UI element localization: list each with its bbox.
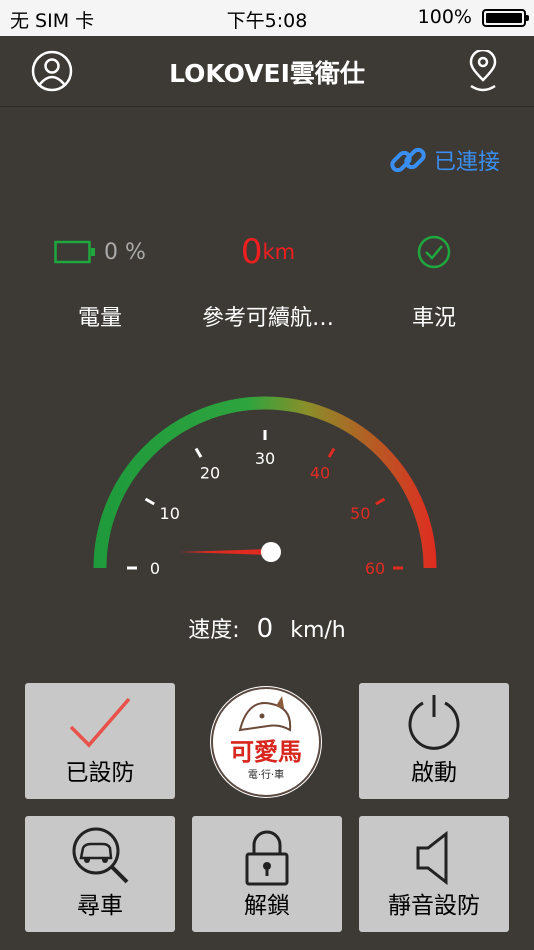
connection-status[interactable]: 已連接 (388, 140, 500, 180)
gauge-tick (375, 497, 386, 506)
battery-stat: 0 % 電量 (42, 230, 158, 332)
start-label: 啟動 (411, 760, 457, 786)
brand-logo: 可愛馬 電·行·車 (210, 686, 322, 798)
battery-level-icon (54, 240, 96, 264)
power-icon (408, 695, 460, 750)
gauge-needle (179, 549, 271, 555)
status-bar: 无 SIM 卡 下午5:08 100% (0, 0, 534, 36)
gauge-tick (327, 447, 336, 458)
range-label: 參考可續航… (201, 306, 334, 331)
find-car-label: 尋車 (77, 893, 123, 919)
range-stat: 0 km 參考可續航… (188, 230, 348, 332)
page-title: LOKOVEI雲衛仕 (169, 59, 365, 88)
gauge-tick (194, 447, 203, 458)
unlock-label: 解鎖 (244, 893, 290, 919)
battery-icon (482, 9, 529, 27)
speed-value: 0 (256, 614, 274, 644)
checkmark-icon (69, 697, 131, 748)
logo-text: 可愛馬 (230, 738, 302, 766)
check-circle-icon (417, 235, 451, 269)
silent-arm-label: 靜音設防 (388, 893, 480, 919)
gauge-tick-label: 0 (150, 559, 160, 578)
logo-subtext: 電·行·車 (247, 770, 285, 781)
gauge-tick-label: 60 (365, 559, 385, 578)
armed-label: 已設防 (65, 760, 135, 786)
gauge-arc (93, 396, 437, 569)
range-value: 0 (240, 232, 263, 272)
search-car-icon (72, 827, 129, 884)
unlock-button[interactable]: 解鎖 (192, 816, 342, 932)
gauge-needle-hub (261, 542, 281, 562)
condition-stat[interactable]: 車況 (384, 230, 484, 332)
speed-label: 速度: (188, 618, 240, 643)
connection-label: 已連接 (434, 150, 501, 175)
battery-label: 電量 (77, 306, 122, 331)
gauge-tick-label: 40 (310, 464, 330, 483)
armed-button[interactable]: 已設防 (25, 683, 175, 799)
location-pin-icon (469, 48, 497, 92)
battery-percent: 100% (417, 6, 472, 28)
gauge-tick-label: 10 (160, 504, 180, 523)
battery-value: 0 % (104, 239, 146, 265)
silent-arm-button[interactable]: 靜音設防 (359, 816, 509, 932)
range-unit: km (262, 240, 296, 264)
start-button[interactable]: 啟動 (359, 683, 509, 799)
condition-label: 車況 (411, 306, 456, 331)
nav-header: LOKOVEI雲衛仕 (0, 36, 534, 107)
speedometer-gauge: 0 10 20 30 40 50 60 (93, 396, 437, 578)
gauge-tick-label: 50 (350, 504, 370, 523)
speaker-mute-icon (416, 830, 448, 886)
lock-icon (245, 830, 289, 886)
speed-readout: 速度: 0 km/h (0, 612, 534, 644)
location-button[interactable] (465, 48, 501, 96)
speed-unit: km/h (290, 618, 346, 643)
gauge-tick-label: 20 (200, 464, 220, 483)
link-icon (390, 147, 426, 173)
gauge-tick-label: 30 (255, 449, 275, 468)
gauge-tick (144, 497, 155, 506)
find-car-button[interactable]: 尋車 (25, 816, 175, 932)
